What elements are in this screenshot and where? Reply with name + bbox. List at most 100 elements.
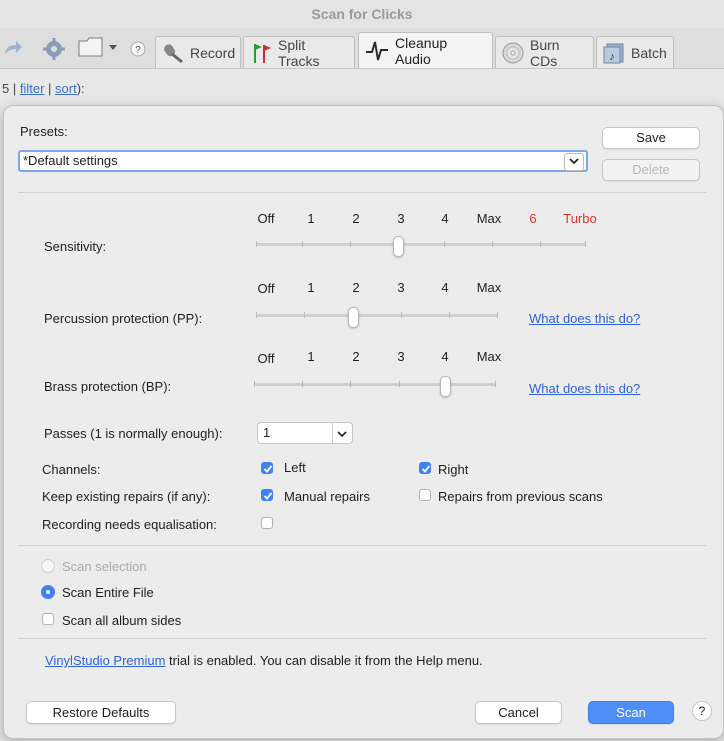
tab-burn-cds-label: Burn CDs [530, 36, 560, 69]
premium-notice-text: trial is enabled. You can disable it fro… [165, 653, 483, 668]
brass-tick: Max [476, 349, 502, 364]
flags-icon [254, 43, 271, 63]
keep-repairs-label: Keep existing repairs (if any): [42, 489, 211, 504]
chevron-down-icon [336, 426, 348, 446]
window-title: Scan for Clicks [0, 0, 724, 29]
left-channel-label[interactable]: Left [284, 460, 306, 475]
percussion-tick: Off [257, 281, 275, 296]
redo-icon[interactable] [2, 38, 24, 61]
brass-label: Brass protection (BP): [44, 379, 172, 394]
percussion-tick: 2 [352, 280, 360, 295]
tab-batch[interactable]: ♪ Batch [596, 36, 674, 68]
brass-slider-thumb[interactable] [440, 376, 451, 397]
scan-for-clicks-sheet: Presets: *Default settings Save Delete O… [3, 105, 724, 739]
channels-label: Channels: [42, 462, 101, 477]
gear-icon[interactable] [42, 37, 66, 64]
sensitivity-tick: Off [257, 211, 275, 226]
brass-tick: 3 [397, 349, 405, 364]
sensitivity-tick: 1 [307, 211, 315, 226]
microphone-icon [164, 43, 183, 63]
svg-text:♪: ♪ [609, 51, 615, 63]
passes-label: Passes (1 is normally enough): [44, 426, 223, 441]
percussion-slider-thumb[interactable] [348, 307, 359, 328]
divider [18, 192, 706, 193]
checkmark-icon [263, 465, 273, 473]
tab-burn-cds[interactable]: Burn CDs [495, 36, 594, 69]
scan-button[interactable]: Scan [588, 701, 674, 724]
previous-repairs-label[interactable]: Repairs from previous scans [438, 489, 603, 504]
left-channel-checkbox[interactable] [261, 462, 273, 474]
scan-entire-file-radio[interactable] [41, 585, 55, 599]
vinylstudio-premium-link[interactable]: VinylStudio Premium [45, 653, 165, 668]
preset-select[interactable]: *Default settings [18, 150, 588, 172]
strip-prefix: 5 | [2, 81, 20, 96]
scan-album-sides-label[interactable]: Scan all album sides [62, 613, 181, 628]
brass-help-link[interactable]: What does this do? [529, 381, 640, 396]
svg-text:?: ? [135, 45, 141, 56]
sensitivity-slider[interactable] [256, 236, 586, 257]
right-channel-label[interactable]: Right [438, 462, 468, 477]
checkmark-icon [263, 492, 273, 500]
scan-selection-label[interactable]: Scan selection [62, 559, 147, 574]
percussion-track [256, 314, 498, 317]
filter-link[interactable]: filter [20, 81, 45, 96]
checkmark-icon [421, 465, 431, 473]
divider [18, 638, 706, 639]
folder-icon[interactable] [78, 36, 104, 61]
waveform-icon [366, 41, 388, 60]
tab-split-tracks[interactable]: Split Tracks [243, 36, 355, 69]
percussion-slider[interactable] [256, 307, 498, 328]
brass-slider[interactable] [254, 376, 496, 397]
list-filter-sort: 5 | filter | sort): [2, 81, 85, 96]
delete-preset-button[interactable]: Delete [602, 159, 700, 181]
sensitivity-tick: Max [476, 211, 502, 226]
divider [18, 545, 706, 546]
brass-tick: 1 [307, 349, 315, 364]
sensitivity-tick: 2 [352, 211, 360, 226]
cd-icon [502, 42, 524, 63]
brass-tick: Off [257, 351, 275, 366]
percussion-tick: 3 [397, 280, 405, 295]
passes-value: 1 [263, 425, 271, 440]
sensitivity-tick: Turbo [563, 211, 597, 226]
equalisation-checkbox[interactable] [261, 517, 273, 529]
manual-repairs-label[interactable]: Manual repairs [284, 489, 370, 504]
percussion-label: Percussion protection (PP): [44, 311, 203, 326]
manual-repairs-checkbox[interactable] [261, 489, 273, 501]
sensitivity-track [256, 243, 586, 246]
chevron-down-icon [564, 153, 584, 171]
percussion-tick: Max [476, 280, 502, 295]
restore-defaults-button[interactable]: Restore Defaults [26, 701, 176, 724]
tab-record-label: Record [190, 44, 236, 61]
previous-repairs-checkbox[interactable] [419, 489, 431, 501]
sensitivity-tick: 3 [397, 211, 405, 226]
cancel-button[interactable]: Cancel [475, 701, 562, 724]
scan-selection-radio[interactable] [41, 559, 55, 573]
strip-separator: | [44, 81, 56, 96]
tab-cleanup-audio-label: Cleanup Audio [395, 34, 448, 67]
preset-selected-value: *Default settings [23, 153, 118, 168]
list-header-strip: 5 | filter | sort): [0, 69, 724, 107]
percussion-help-link[interactable]: What does this do? [529, 311, 640, 326]
help-button[interactable]: ? [692, 701, 712, 721]
scan-album-sides-checkbox[interactable] [42, 613, 54, 625]
sensitivity-tick: 4 [441, 211, 449, 226]
tab-record[interactable]: Record [155, 36, 241, 68]
chevron-down-icon[interactable] [108, 40, 118, 55]
sensitivity-slider-thumb[interactable] [393, 236, 404, 257]
sort-link[interactable]: sort [55, 81, 77, 96]
brass-tick: 2 [352, 349, 360, 364]
batch-icon: ♪ [603, 43, 624, 63]
brass-track [254, 383, 496, 386]
main-toolbar: ? Record Split Tracks Cleanup Audio Burn… [0, 28, 724, 69]
save-preset-button[interactable]: Save [602, 127, 700, 149]
tab-split-tracks-label: Split Tracks [278, 36, 320, 69]
help-icon[interactable]: ? [130, 41, 146, 60]
right-channel-checkbox[interactable] [419, 462, 431, 474]
percussion-tick: 1 [307, 280, 315, 295]
tab-cleanup-audio[interactable]: Cleanup Audio [358, 32, 493, 68]
premium-notice: VinylStudio Premium trial is enabled. Yo… [45, 653, 483, 668]
sensitivity-label: Sensitivity: [44, 239, 107, 254]
scan-entire-file-label[interactable]: Scan Entire File [62, 585, 154, 600]
passes-select[interactable]: 1 [257, 422, 353, 444]
